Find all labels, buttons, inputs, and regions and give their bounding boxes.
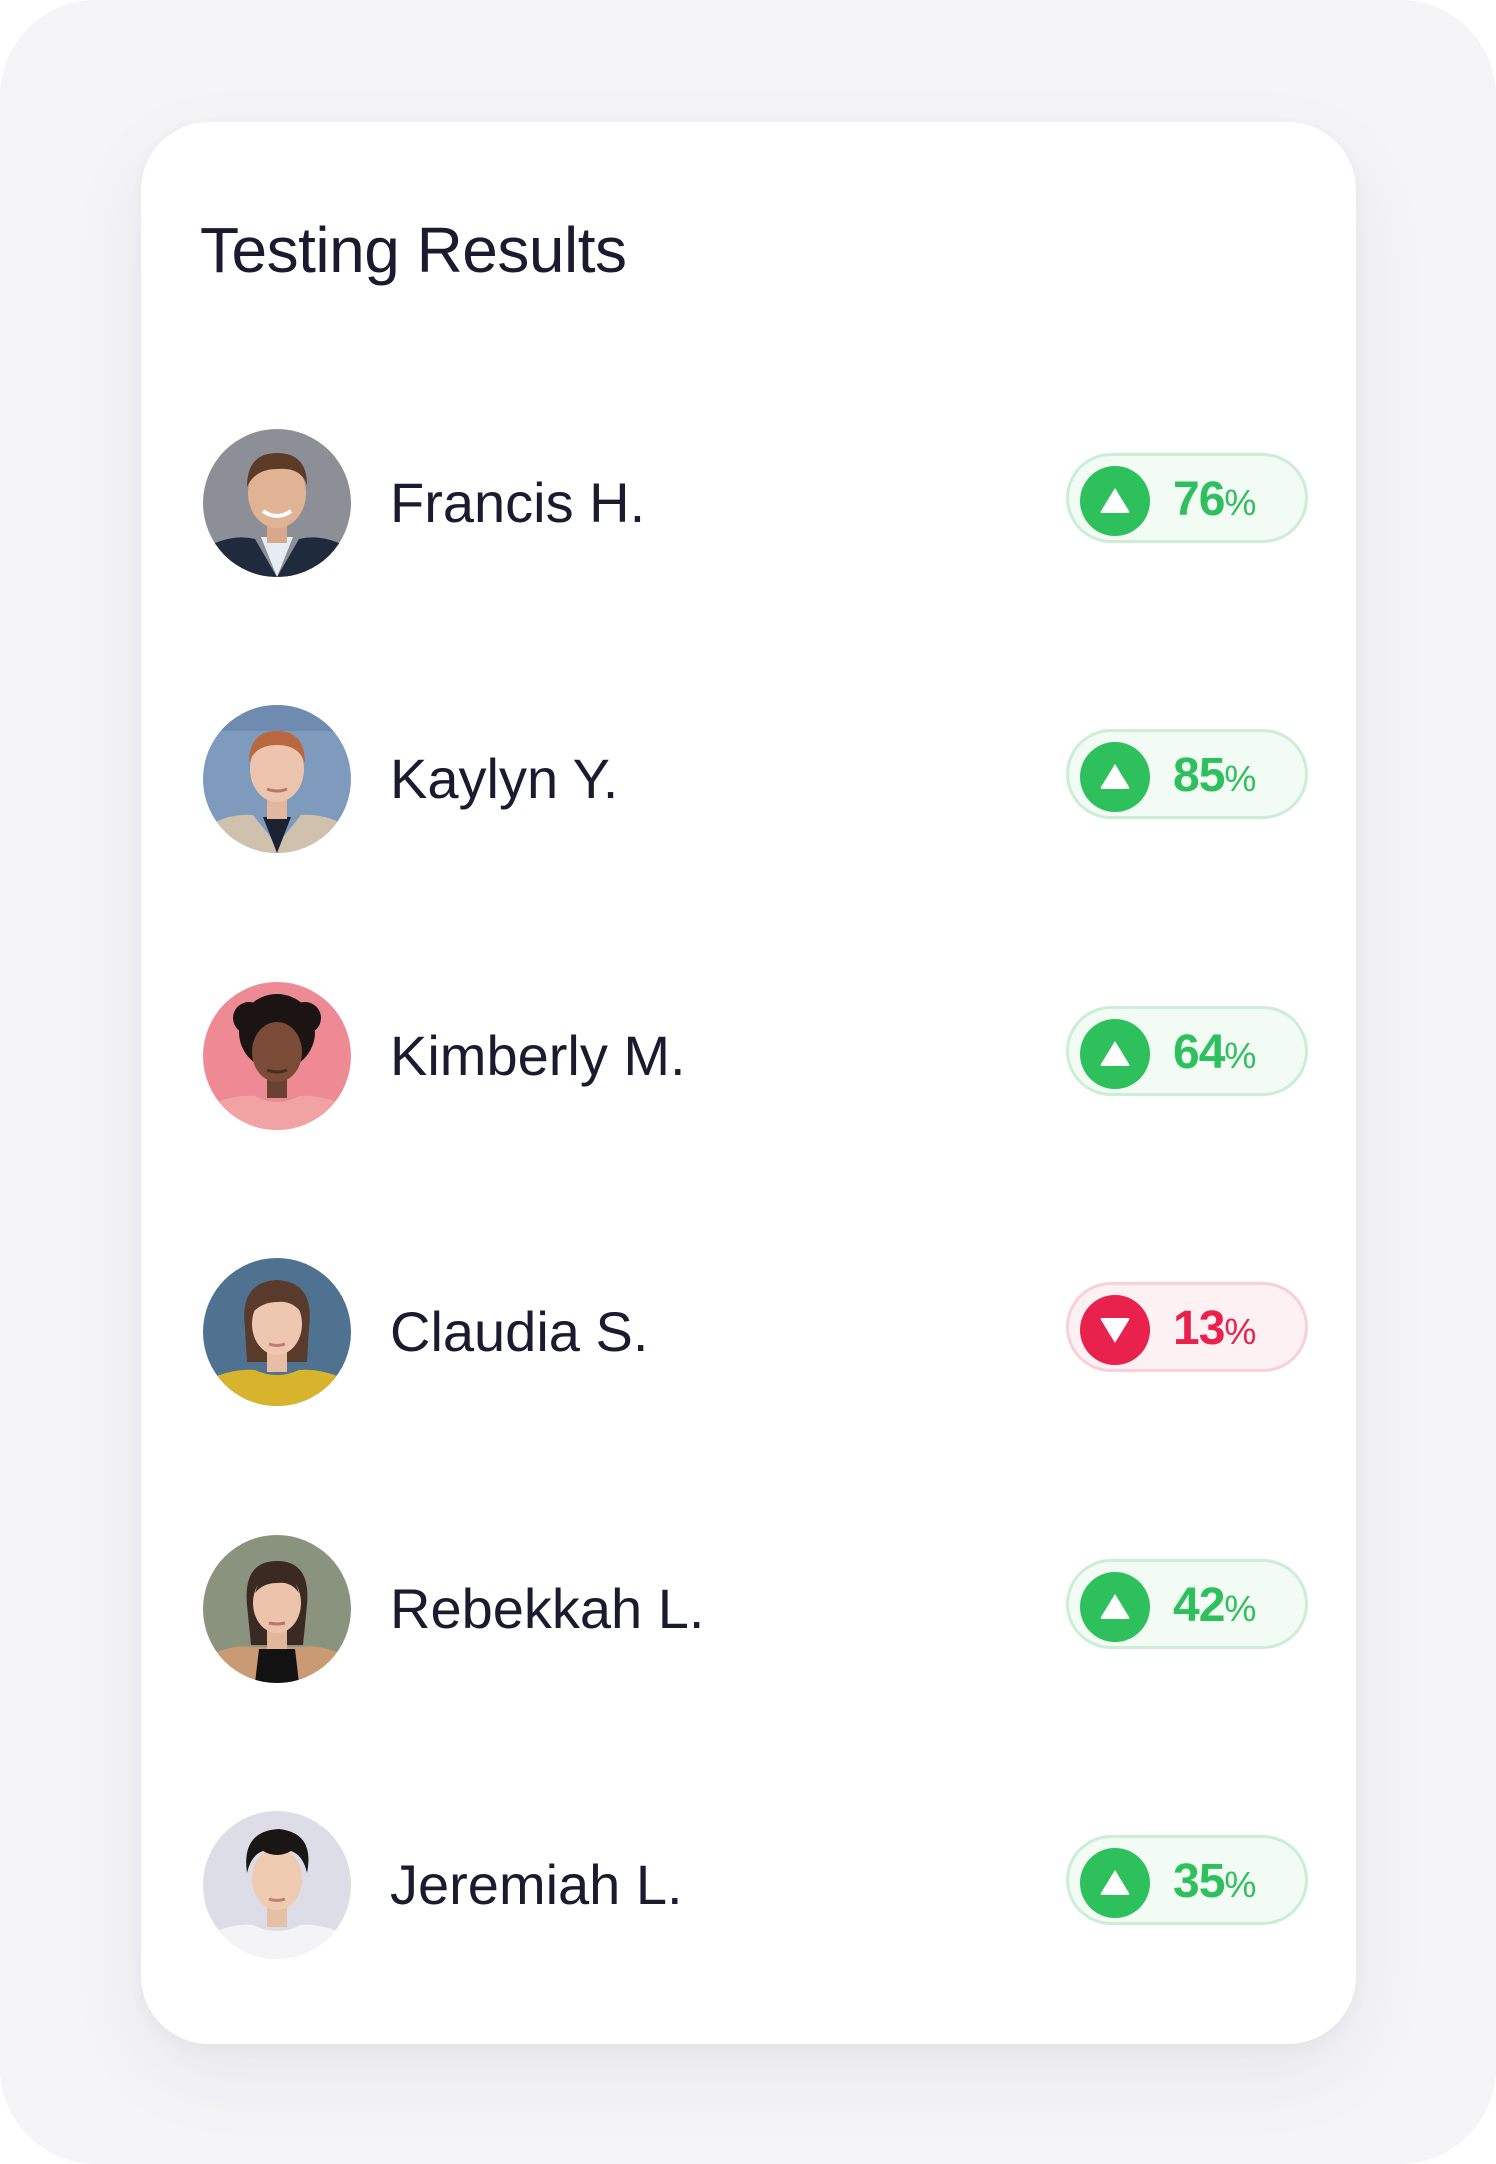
result-percentage: 85% [1173,749,1257,802]
result-percentage: 13% [1173,1302,1257,1355]
avatar [203,1811,351,1959]
avatar [203,1535,351,1683]
status-badge: 76% [1066,453,1308,543]
list-item[interactable]: Jeremiah L. 35% [203,1811,1308,1959]
person-name: Jeremiah L. [390,1853,683,1916]
triangle-up-icon [1080,742,1150,812]
triangle-up-icon [1080,1019,1150,1089]
result-percentage: 42% [1173,1579,1257,1632]
triangle-up-icon [1080,1848,1150,1918]
status-badge: 64% [1066,1006,1308,1096]
list-item[interactable]: Claudia S. 13% [203,1258,1308,1406]
person-name: Rebekkah L. [390,1577,705,1640]
avatar [203,1258,351,1406]
avatar [203,429,351,577]
list-item[interactable]: Rebekkah L. 42% [203,1535,1308,1683]
status-badge: 13% [1066,1282,1308,1372]
status-badge: 35% [1066,1835,1308,1925]
results-list: Francis H. 76% Kaylyn Y. 85% Kimberly M.… [141,122,1356,2044]
avatar [203,982,351,1130]
avatar [203,705,351,853]
status-badge: 42% [1066,1559,1308,1649]
person-name: Francis H. [390,471,646,534]
triangle-up-icon [1080,466,1150,536]
list-item[interactable]: Kaylyn Y. 85% [203,705,1308,853]
result-percentage: 76% [1173,473,1257,526]
person-name: Kaylyn Y. [390,747,619,810]
list-item[interactable]: Francis H. 76% [203,429,1308,577]
page-background: Testing Results Francis H. 76% Kaylyn Y.… [0,0,1496,2164]
triangle-up-icon [1080,1572,1150,1642]
status-badge: 85% [1066,729,1308,819]
result-percentage: 35% [1173,1855,1257,1908]
triangle-down-icon [1080,1295,1150,1365]
person-name: Kimberly M. [390,1024,686,1087]
list-item[interactable]: Kimberly M. 64% [203,982,1308,1130]
testing-results-card: Testing Results Francis H. 76% Kaylyn Y.… [141,122,1356,2044]
person-name: Claudia S. [390,1300,649,1363]
result-percentage: 64% [1173,1026,1257,1079]
